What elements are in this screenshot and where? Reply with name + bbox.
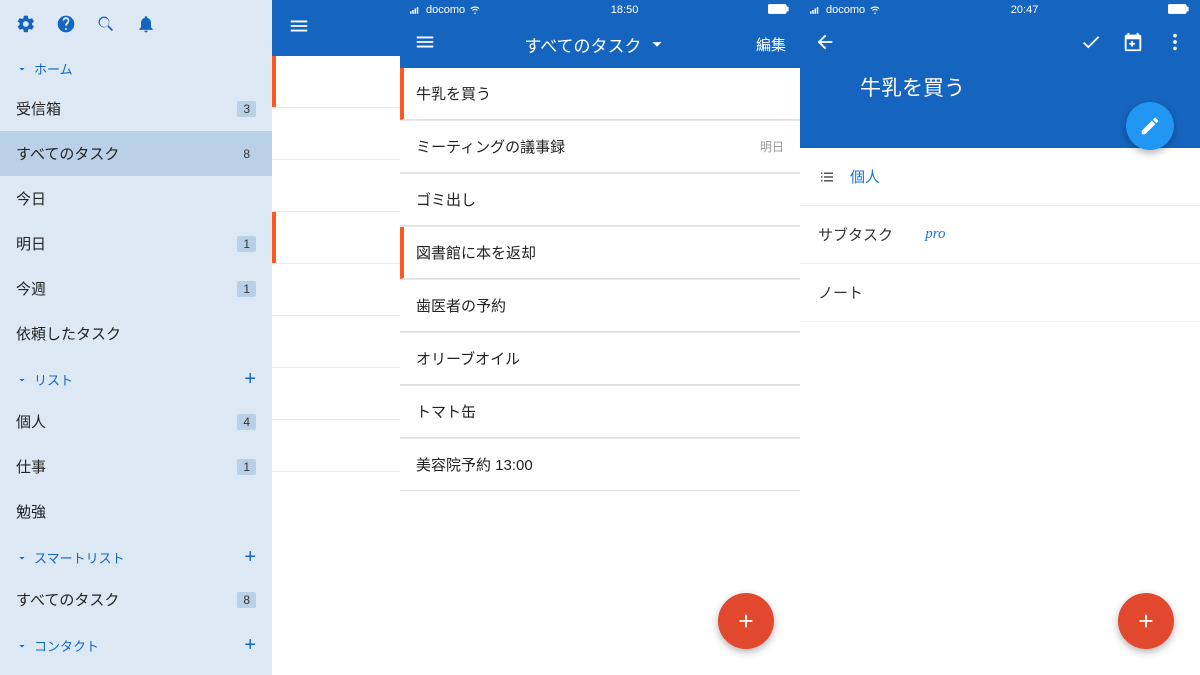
bell-icon[interactable] (136, 14, 156, 37)
badge: 3 (237, 101, 256, 117)
due-label: 明日 (760, 138, 784, 155)
badge: 1 (237, 281, 256, 297)
detail-body: 個人 サブタスク pro ノート (800, 148, 1200, 322)
task-row[interactable] (272, 56, 400, 108)
chevron-down-icon (16, 552, 28, 564)
hamburger-icon[interactable] (288, 15, 310, 42)
task-row[interactable] (272, 212, 400, 264)
back-icon[interactable] (814, 31, 836, 58)
carrier-label: docomo (426, 4, 465, 16)
signal-icon (410, 5, 422, 15)
battery-icon (768, 4, 790, 17)
section-home-label: ホーム (34, 59, 73, 78)
task-item[interactable]: 美容院予約 13:00 (400, 439, 800, 491)
task-list: 牛乳を買う ミーティングの議事録明日 ゴミ出し 図書館に本を返却 歯医者の予約 … (400, 68, 800, 491)
sidebar-item-week[interactable]: 今週1 (0, 266, 272, 311)
sidebar-item-delegated[interactable]: 依頼したタスク (0, 311, 272, 356)
section-home[interactable]: ホーム (0, 47, 272, 86)
carrier-label: docomo (826, 4, 865, 16)
calendar-add-icon[interactable] (1122, 31, 1144, 58)
wifi-icon (869, 5, 881, 15)
badge: 1 (237, 459, 256, 475)
badge: 4 (237, 414, 256, 430)
appbar (272, 0, 400, 56)
sidebar-item-inbox[interactable]: 受信箱3 (0, 86, 272, 131)
task-row[interactable] (272, 108, 400, 160)
appbar: すべてのタスク 編集 (400, 20, 800, 68)
clock-label: 20:47 (1011, 4, 1039, 16)
badge: 8 (237, 592, 256, 608)
list-icon (818, 168, 836, 186)
subtask-label: サブタスク (818, 224, 893, 245)
battery-icon (1168, 4, 1190, 17)
signal-icon (810, 5, 822, 15)
chevron-down-icon (16, 374, 28, 386)
page-title[interactable]: すべてのタスク (524, 32, 667, 57)
clock-label: 18:50 (611, 4, 639, 16)
task-row[interactable] (272, 316, 400, 368)
panel-task-list: docomo 18:50 すべてのタスク 編集 牛乳を買う ミーティングの議事録… (400, 0, 800, 675)
panel1-content (272, 0, 400, 675)
add-contact-button[interactable]: + (244, 634, 256, 657)
add-list-button[interactable]: + (244, 368, 256, 391)
section-contacts-label: コンタクト (34, 636, 99, 655)
subtask-row[interactable]: サブタスク pro (800, 206, 1200, 264)
add-task-fab[interactable] (718, 593, 774, 649)
search-icon[interactable] (96, 14, 116, 37)
sidebar-item-today[interactable]: 今日 (0, 176, 272, 221)
edit-button[interactable]: 編集 (756, 34, 786, 55)
task-item[interactable]: 牛乳を買う (400, 68, 800, 120)
badge: 8 (237, 146, 256, 162)
chevron-down-icon (16, 640, 28, 652)
chevron-down-icon (16, 63, 28, 75)
add-smart-button[interactable]: + (244, 546, 256, 569)
edit-fab[interactable] (1126, 102, 1174, 150)
badge: 1 (237, 236, 256, 252)
gear-icon[interactable] (16, 14, 36, 37)
status-bar: docomo 20:47 (800, 0, 1200, 20)
sidebar-item-all-tasks[interactable]: すべてのタスク8 (0, 131, 272, 176)
task-row[interactable] (272, 160, 400, 212)
task-row[interactable] (272, 264, 400, 316)
pro-badge: pro (925, 226, 945, 243)
more-icon[interactable] (1164, 31, 1186, 58)
panel-task-detail: docomo 20:47 牛乳を買う 個人 サブタスク pro ノート (800, 0, 1200, 675)
task-item[interactable]: オリーブオイル (400, 333, 800, 385)
task-row[interactable] (272, 420, 400, 472)
sidebar-item-work[interactable]: 仕事1 (0, 444, 272, 489)
panel-sidebar: ホーム 受信箱3 すべてのタスク8 今日 明日1 今週1 依頼したタスク リスト… (0, 0, 400, 675)
task-item[interactable]: ゴミ出し (400, 174, 800, 226)
sidebar-item-smart-all[interactable]: すべてのタスク8 (0, 577, 272, 622)
section-smart-label: スマートリスト (34, 548, 125, 567)
task-item[interactable]: トマト缶 (400, 386, 800, 438)
task-row[interactable] (272, 368, 400, 420)
hamburger-icon[interactable] (414, 31, 436, 58)
list-row[interactable]: 個人 (800, 148, 1200, 206)
chevron-down-icon (646, 33, 668, 55)
notes-label: ノート (818, 282, 863, 303)
sidebar-toolbar (0, 0, 272, 47)
status-bar: docomo 18:50 (400, 0, 800, 20)
add-task-fab[interactable] (1118, 593, 1174, 649)
notes-row[interactable]: ノート (800, 264, 1200, 322)
section-contacts[interactable]: コンタクト + (0, 622, 272, 665)
section-lists[interactable]: リスト + (0, 356, 272, 399)
task-item[interactable]: 歯医者の予約 (400, 280, 800, 332)
sidebar: ホーム 受信箱3 すべてのタスク8 今日 明日1 今週1 依頼したタスク リスト… (0, 0, 272, 675)
help-icon[interactable] (56, 14, 76, 37)
task-item[interactable]: ミーティングの議事録明日 (400, 121, 800, 173)
sidebar-item-tomorrow[interactable]: 明日1 (0, 221, 272, 266)
task-item[interactable]: 図書館に本を返却 (400, 227, 800, 279)
check-icon[interactable] (1080, 31, 1102, 58)
list-name: 個人 (850, 166, 880, 187)
section-smart[interactable]: スマートリスト + (0, 534, 272, 577)
sidebar-item-personal[interactable]: 個人4 (0, 399, 272, 444)
wifi-icon (469, 5, 481, 15)
sidebar-item-study[interactable]: 勉強 (0, 489, 272, 534)
section-lists-label: リスト (34, 370, 73, 389)
